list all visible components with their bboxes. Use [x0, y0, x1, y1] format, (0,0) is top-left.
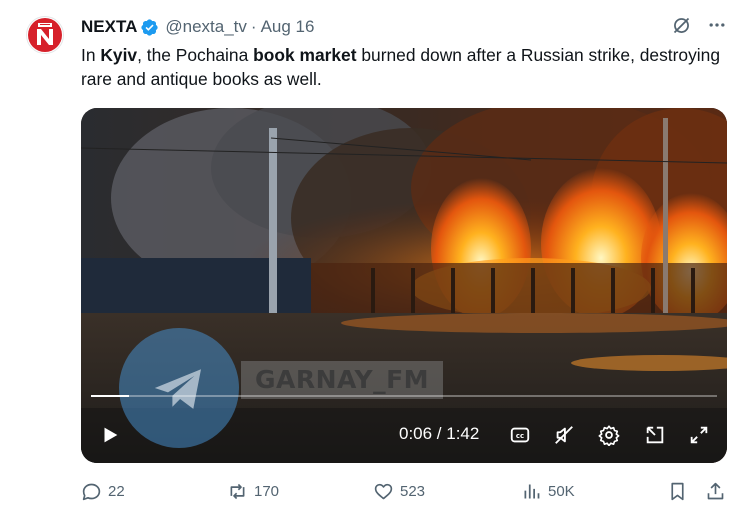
gear-icon[interactable] [597, 423, 621, 447]
video-player[interactable]: GARNAY_FM 0:06 / 1:42 cc [81, 108, 727, 463]
reply-count: 22 [108, 482, 125, 500]
svg-text:cc: cc [516, 432, 524, 440]
like-button[interactable]: 523 [373, 478, 425, 504]
tweet-text-bold: Kyiv [100, 45, 138, 65]
heart-icon [374, 483, 393, 499]
author-handle[interactable]: @nexta_tv [165, 17, 247, 37]
video-progress-fill [91, 395, 129, 397]
video-watermark: GARNAY_FM [241, 361, 444, 399]
bookmark-button[interactable] [667, 478, 688, 504]
views-button[interactable]: 50K [521, 478, 575, 504]
views-icon [524, 484, 540, 498]
popout-icon[interactable] [643, 423, 667, 447]
share-button[interactable] [705, 478, 726, 504]
fullscreen-icon[interactable] [687, 423, 711, 447]
grok-icon[interactable] [670, 14, 692, 36]
more-icon[interactable] [706, 14, 728, 36]
video-controls: 0:06 / 1:42 cc [81, 418, 727, 452]
like-count: 523 [400, 482, 426, 500]
tweet-date[interactable]: Aug 16 [261, 17, 315, 37]
tweet-actions: 22 170 523 50K [81, 478, 731, 504]
tweet-text-part: , the Pochaina [137, 45, 254, 65]
play-icon[interactable] [97, 422, 123, 448]
video-progress-bar[interactable] [91, 395, 717, 397]
share-icon [707, 482, 724, 499]
repost-count: 170 [254, 482, 280, 500]
views-count: 50K [548, 482, 575, 500]
bookmark-icon [671, 482, 684, 500]
tweet-text-part: In [81, 45, 101, 65]
nexta-logo-icon [28, 18, 62, 52]
tweet-text: In Kyiv, the Pochaina book market burned… [81, 43, 721, 91]
author-name[interactable]: NEXTA [81, 17, 137, 37]
muted-speaker-icon[interactable] [552, 423, 576, 447]
verified-badge-icon [140, 18, 159, 37]
video-time: 0:06 / 1:42 [399, 424, 480, 443]
tweet-text-bold: book market [253, 45, 357, 65]
tweet-header: NEXTA @nexta_tv · Aug 16 [81, 16, 314, 38]
repost-button[interactable]: 170 [227, 478, 279, 504]
repost-icon [230, 483, 245, 499]
separator: · [250, 17, 257, 36]
reply-button[interactable]: 22 [81, 478, 125, 504]
header-actions [670, 14, 728, 36]
avatar[interactable] [26, 16, 64, 54]
reply-icon [82, 483, 101, 500]
tweet: NEXTA @nexta_tv · Aug 16 In Kyiv, the Po [0, 0, 748, 517]
captions-icon[interactable]: cc [508, 423, 532, 447]
